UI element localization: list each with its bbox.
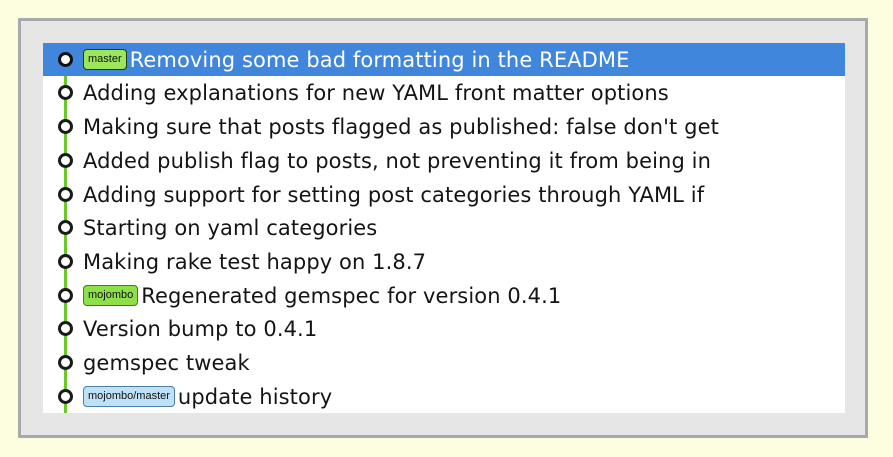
commit-node-icon xyxy=(58,153,73,168)
commit-row[interactable]: Starting on yaml categories xyxy=(43,211,845,244)
commit-row[interactable]: Making rake test happy on 1.8.7 xyxy=(43,245,845,278)
branch-badge[interactable]: mojombo xyxy=(83,285,139,306)
commit-message: Making sure that posts flagged as publis… xyxy=(83,114,719,139)
commit-content: gemspec tweak xyxy=(83,346,250,379)
commit-message: update history xyxy=(177,384,333,409)
commit-content: Added publish flag to posts, not prevent… xyxy=(83,144,711,177)
commit-message: Starting on yaml categories xyxy=(83,215,378,240)
commit-row[interactable]: Added publish flag to posts, not prevent… xyxy=(43,144,845,177)
commit-content: mojombo Regenerated gemspec for version 0… xyxy=(83,279,561,312)
commit-row[interactable]: Making sure that posts flagged as publis… xyxy=(43,110,845,143)
commit-message: Regenerated gemspec for version 0.4.1 xyxy=(141,283,562,308)
commit-message: Added publish flag to posts, not prevent… xyxy=(83,148,712,173)
commit-node-icon xyxy=(58,85,73,100)
commit-message: Version bump to 0.4.1 xyxy=(83,316,318,341)
commit-content: Adding support for setting post categori… xyxy=(83,178,704,211)
history-panel: master Removing some bad formatting in th… xyxy=(18,18,868,438)
commit-node-icon xyxy=(58,220,73,235)
commit-row[interactable]: master Removing some bad formatting in th… xyxy=(43,43,845,76)
commit-message: Adding support for setting post categori… xyxy=(83,182,705,207)
commit-node-icon xyxy=(58,389,73,404)
commit-message: Removing some bad formatting in the READ… xyxy=(129,47,630,72)
commit-row[interactable]: mojombo/master update history xyxy=(43,380,845,413)
commit-list[interactable]: master Removing some bad formatting in th… xyxy=(43,43,845,413)
commit-message: gemspec tweak xyxy=(83,350,250,375)
commit-row[interactable]: Adding explanations for new YAML front m… xyxy=(43,76,845,109)
commit-message: Adding explanations for new YAML front m… xyxy=(83,80,669,105)
commit-content: Making rake test happy on 1.8.7 xyxy=(83,245,426,278)
commit-message: Making rake test happy on 1.8.7 xyxy=(83,249,427,274)
commit-content: mojombo/master update history xyxy=(83,380,332,413)
commit-row[interactable]: Version bump to 0.4.1 xyxy=(43,312,845,345)
commit-node-icon xyxy=(58,187,73,202)
commit-node-icon xyxy=(58,254,73,269)
branch-badge[interactable]: master xyxy=(83,49,127,70)
commit-content: Version bump to 0.4.1 xyxy=(83,312,317,345)
commit-node-icon xyxy=(58,119,73,134)
commit-content: Adding explanations for new YAML front m… xyxy=(83,76,669,109)
commit-node-icon xyxy=(58,288,73,303)
commit-content: master Removing some bad formatting in th… xyxy=(83,43,630,76)
commit-node-icon xyxy=(58,355,73,370)
remote-branch-badge[interactable]: mojombo/master xyxy=(83,386,175,407)
commit-row[interactable]: Adding support for setting post categori… xyxy=(43,178,845,211)
commit-row[interactable]: gemspec tweak xyxy=(43,346,845,379)
commit-row[interactable]: mojombo Regenerated gemspec for version 0… xyxy=(43,279,845,312)
commit-content: Starting on yaml categories xyxy=(83,211,377,244)
commit-node-icon xyxy=(58,321,73,336)
commit-node-icon xyxy=(58,52,73,67)
commit-content: Making sure that posts flagged as publis… xyxy=(83,110,719,143)
